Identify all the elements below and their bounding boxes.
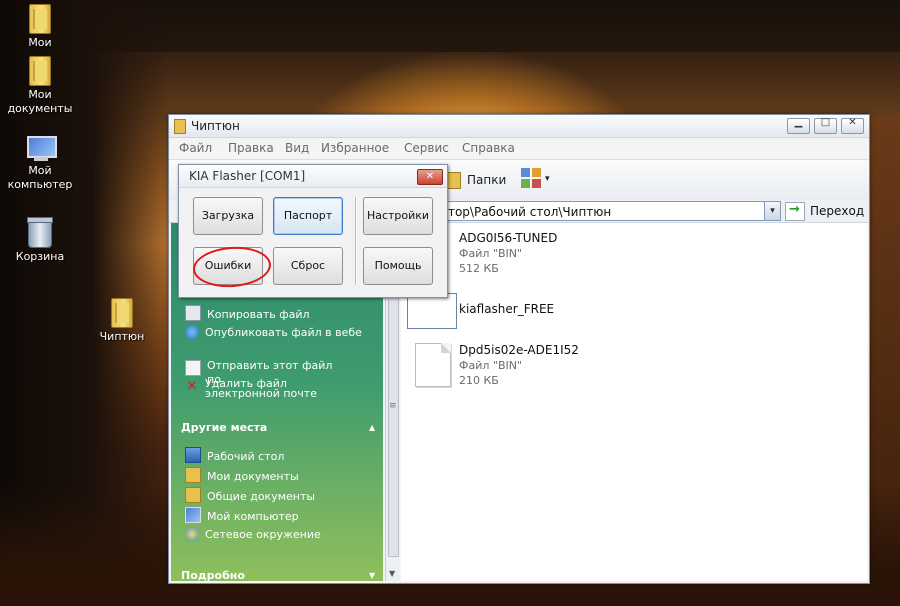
settings-button[interactable]: Настройки [363, 197, 433, 235]
menu-help[interactable]: Справка [462, 141, 515, 155]
desktop-icon-label: Чиптюн [99, 330, 145, 343]
desktop-icon-chiptune[interactable]: Чиптюн [82, 298, 162, 344]
close-button[interactable]: ✕ [841, 117, 864, 134]
go-arrow-icon: → [789, 202, 800, 217]
views-dropdown-arrow[interactable]: ▾ [545, 174, 550, 184]
dialog-separator [355, 197, 357, 285]
address-input[interactable]: тратор\Рабочий стол\Чиптюн ▾ [425, 201, 781, 221]
go-label[interactable]: Переход [810, 204, 864, 218]
place-label: Рабочий стол [207, 450, 285, 463]
network-icon [185, 527, 199, 541]
address-value: тратор\Рабочий стол\Чиптюн [426, 205, 612, 219]
folder-icon [111, 298, 133, 328]
views-icon[interactable] [521, 168, 541, 188]
scroll-grip-icon: ≡ [389, 401, 397, 411]
menu-tools[interactable]: Сервис [404, 141, 449, 155]
folders-icon [447, 172, 461, 189]
place-my-documents[interactable]: Мои документы [185, 467, 299, 483]
file-name: ADG0I56-TUNED [459, 231, 558, 245]
folder-icon [29, 56, 51, 86]
file-list: ADG0I56-TUNED Файл "BIN" 512 КБ kiaflash… [401, 223, 867, 581]
folders-button[interactable]: Папки [467, 173, 506, 187]
file-icon [415, 343, 451, 387]
copy-icon [185, 305, 201, 321]
place-label: Сетевое окружение [205, 528, 321, 541]
computer-icon [25, 136, 57, 162]
menu-bar: Файл Правка Вид Избранное Сервис Справка [169, 138, 869, 158]
task-label: Копировать файл [207, 308, 310, 321]
desktop-icon-label: Мой компьютер [7, 164, 73, 191]
place-network[interactable]: Сетевое окружение [185, 527, 321, 541]
desktop-icon-label: Мои документы [7, 88, 73, 115]
collapse-icon[interactable]: ▲ [369, 423, 375, 432]
task-label: Опубликовать файл в вебе [205, 326, 362, 339]
load-button[interactable]: Загрузка [193, 197, 263, 235]
desktop-icon-my[interactable]: Мои [0, 4, 80, 50]
place-shared-documents[interactable]: Общие документы [185, 487, 315, 503]
menu-view[interactable]: Вид [285, 141, 309, 155]
minimize-button[interactable]: ▁ [787, 117, 810, 134]
help-button[interactable]: Помощь [363, 247, 433, 285]
desktop-icon-label: Корзина [15, 250, 65, 263]
file-name: kiaflasher_FREE [459, 302, 555, 316]
email-icon [185, 360, 201, 376]
maximize-icon: □ [820, 117, 831, 128]
folder-icon [29, 4, 51, 34]
task-copy-file[interactable]: Копировать файл [185, 305, 310, 321]
menu-favorites[interactable]: Избранное [321, 141, 389, 155]
place-label: Мой компьютер [207, 510, 299, 523]
folder-icon [174, 119, 186, 134]
dialog-close-button[interactable]: ✕ [417, 169, 443, 185]
place-my-computer[interactable]: Мой компьютер [185, 507, 299, 523]
desktop-icon-my-computer[interactable]: Мой компьютер [0, 136, 80, 192]
place-label: Общие документы [207, 490, 316, 503]
minimize-icon: ▁ [794, 117, 803, 128]
place-desktop[interactable]: Рабочий стол [185, 447, 284, 463]
computer-icon [185, 507, 201, 523]
scroll-down-icon[interactable]: ▼ [389, 569, 395, 578]
details-header[interactable]: Подробно [181, 569, 245, 582]
reset-button[interactable]: Сброс [273, 247, 343, 285]
address-dropdown-button[interactable]: ▾ [764, 202, 780, 220]
close-icon: ✕ [848, 117, 857, 128]
other-places-header[interactable]: Другие места [181, 421, 267, 434]
menu-file[interactable]: Файл [179, 141, 212, 155]
folder-icon [185, 487, 201, 503]
window-title: Чиптюн [191, 119, 240, 133]
recycle-bin-icon [27, 217, 53, 248]
task-label: Удалить файл [205, 377, 287, 390]
task-delete-file[interactable]: ✕ Удалить файл [185, 377, 287, 394]
expand-icon[interactable]: ▼ [369, 571, 375, 580]
desktop-icon [185, 447, 201, 463]
folder-icon [185, 467, 201, 483]
file-type: Файл "BIN" [459, 247, 523, 260]
dialog-title: KIA Flasher [COM1] [189, 169, 306, 183]
desktop-icon-label: Мои [28, 36, 52, 49]
application-icon [407, 293, 457, 329]
maximize-button[interactable]: □ [814, 117, 837, 134]
go-button[interactable]: → [785, 202, 805, 221]
dialog-titlebar[interactable]: KIA Flasher [COM1] ✕ [179, 165, 447, 188]
menu-edit[interactable]: Правка [228, 141, 274, 155]
desktop-icon-recycle-bin[interactable]: Корзина [0, 217, 80, 264]
kia-flasher-dialog: KIA Flasher [COM1] ✕ Загрузка Паспорт На… [178, 164, 448, 298]
web-publish-icon [185, 325, 199, 339]
task-publish-web[interactable]: Опубликовать файл в вебе [185, 325, 362, 339]
delete-icon: ✕ [186, 379, 198, 394]
explorer-titlebar[interactable]: Чиптюн ▁ □ ✕ [169, 115, 869, 138]
passport-button[interactable]: Паспорт [273, 197, 343, 235]
file-size: 210 КБ [459, 374, 499, 387]
place-label: Мои документы [207, 470, 299, 483]
file-size: 512 КБ [459, 262, 499, 275]
desktop-icon-my-documents[interactable]: Мои документы [0, 56, 80, 116]
file-type: Файл "BIN" [459, 359, 523, 372]
file-name: Dpd5is02e-ADE1I52 [459, 343, 579, 357]
